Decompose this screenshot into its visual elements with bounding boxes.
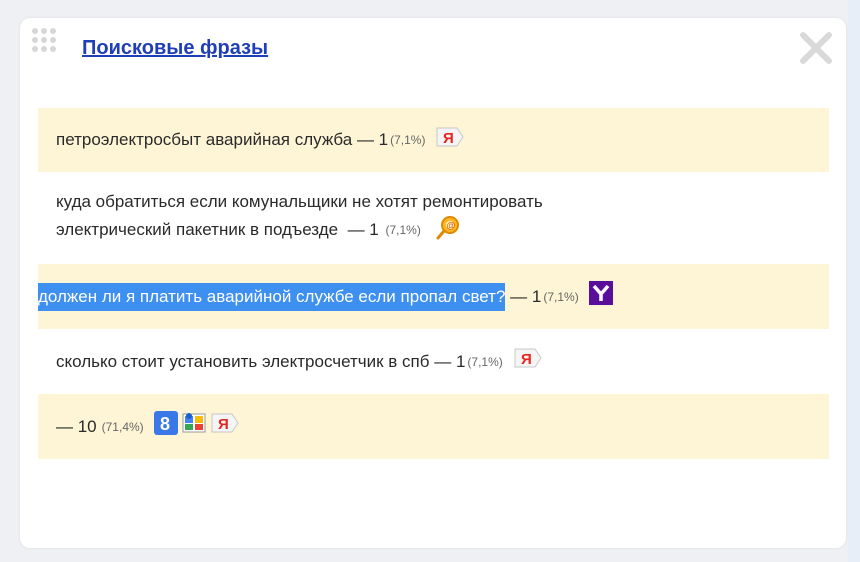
svg-text:Я: Я: [521, 351, 532, 368]
phrase-percent: (71,4%): [101, 419, 144, 434]
phrase-count: — 10: [56, 416, 97, 436]
phrase-percent: (7,1%): [467, 354, 503, 369]
list-item: петроэлектросбыт аварийная служба — 1 (7…: [38, 108, 829, 172]
phrase-count: — 1: [347, 219, 379, 239]
phrase-text[interactable]: петроэлектросбыт аварийная служба: [56, 128, 352, 152]
close-icon[interactable]: [798, 30, 834, 66]
phrase-percent: (7,1%): [390, 133, 426, 147]
list-item: должен ли я платить аварийной службе есл…: [38, 264, 829, 329]
svg-text:@: @: [446, 220, 455, 230]
phrase-percent: (7,1%): [385, 223, 421, 238]
phrases-list: петроэлектросбыт аварийная служба — 1 (7…: [38, 108, 829, 459]
search-phrases-widget: Поисковые фразы петроэлектросбыт аварийн…: [20, 18, 846, 548]
list-item: — 10 (71,4%) 8 Я: [38, 394, 829, 459]
page-scroll-strip: [848, 0, 860, 562]
phrase-text-line2[interactable]: электрический пакетник в подъезде: [56, 219, 338, 238]
yandex-icon: Я: [513, 347, 543, 376]
svg-text:Я: Я: [443, 130, 454, 147]
google-icon: 8: [153, 411, 178, 442]
phrase-text[interactable]: сколько стоит установить электросчетчик …: [56, 350, 430, 374]
phrase-text-selected[interactable]: должен ли я платить аварийной службе есл…: [38, 282, 506, 311]
yahoo-icon: [588, 281, 613, 312]
svg-text:Я: Я: [218, 416, 229, 433]
phrase-text-line1[interactable]: куда обратиться если комунальщики не хот…: [56, 192, 543, 211]
phrase-count: — 1: [510, 286, 542, 306]
svg-text:8: 8: [160, 414, 170, 434]
yandex-icon: Я: [435, 126, 465, 155]
mail-ru-search-icon: @: [436, 214, 462, 247]
phrase-count: — 1: [356, 130, 389, 149]
list-item: куда обратиться если комунальщики не хот…: [38, 172, 829, 264]
phrase-percent: (7,1%): [543, 289, 579, 304]
google-images-icon: [182, 411, 206, 442]
list-item: сколько стоит установить электросчетчик …: [38, 329, 829, 394]
yandex-icon: Я: [210, 412, 240, 441]
drag-handle-icon[interactable]: [32, 28, 62, 58]
phrase-count: — 1: [434, 351, 466, 371]
widget-title-link[interactable]: Поисковые фразы: [82, 37, 268, 60]
